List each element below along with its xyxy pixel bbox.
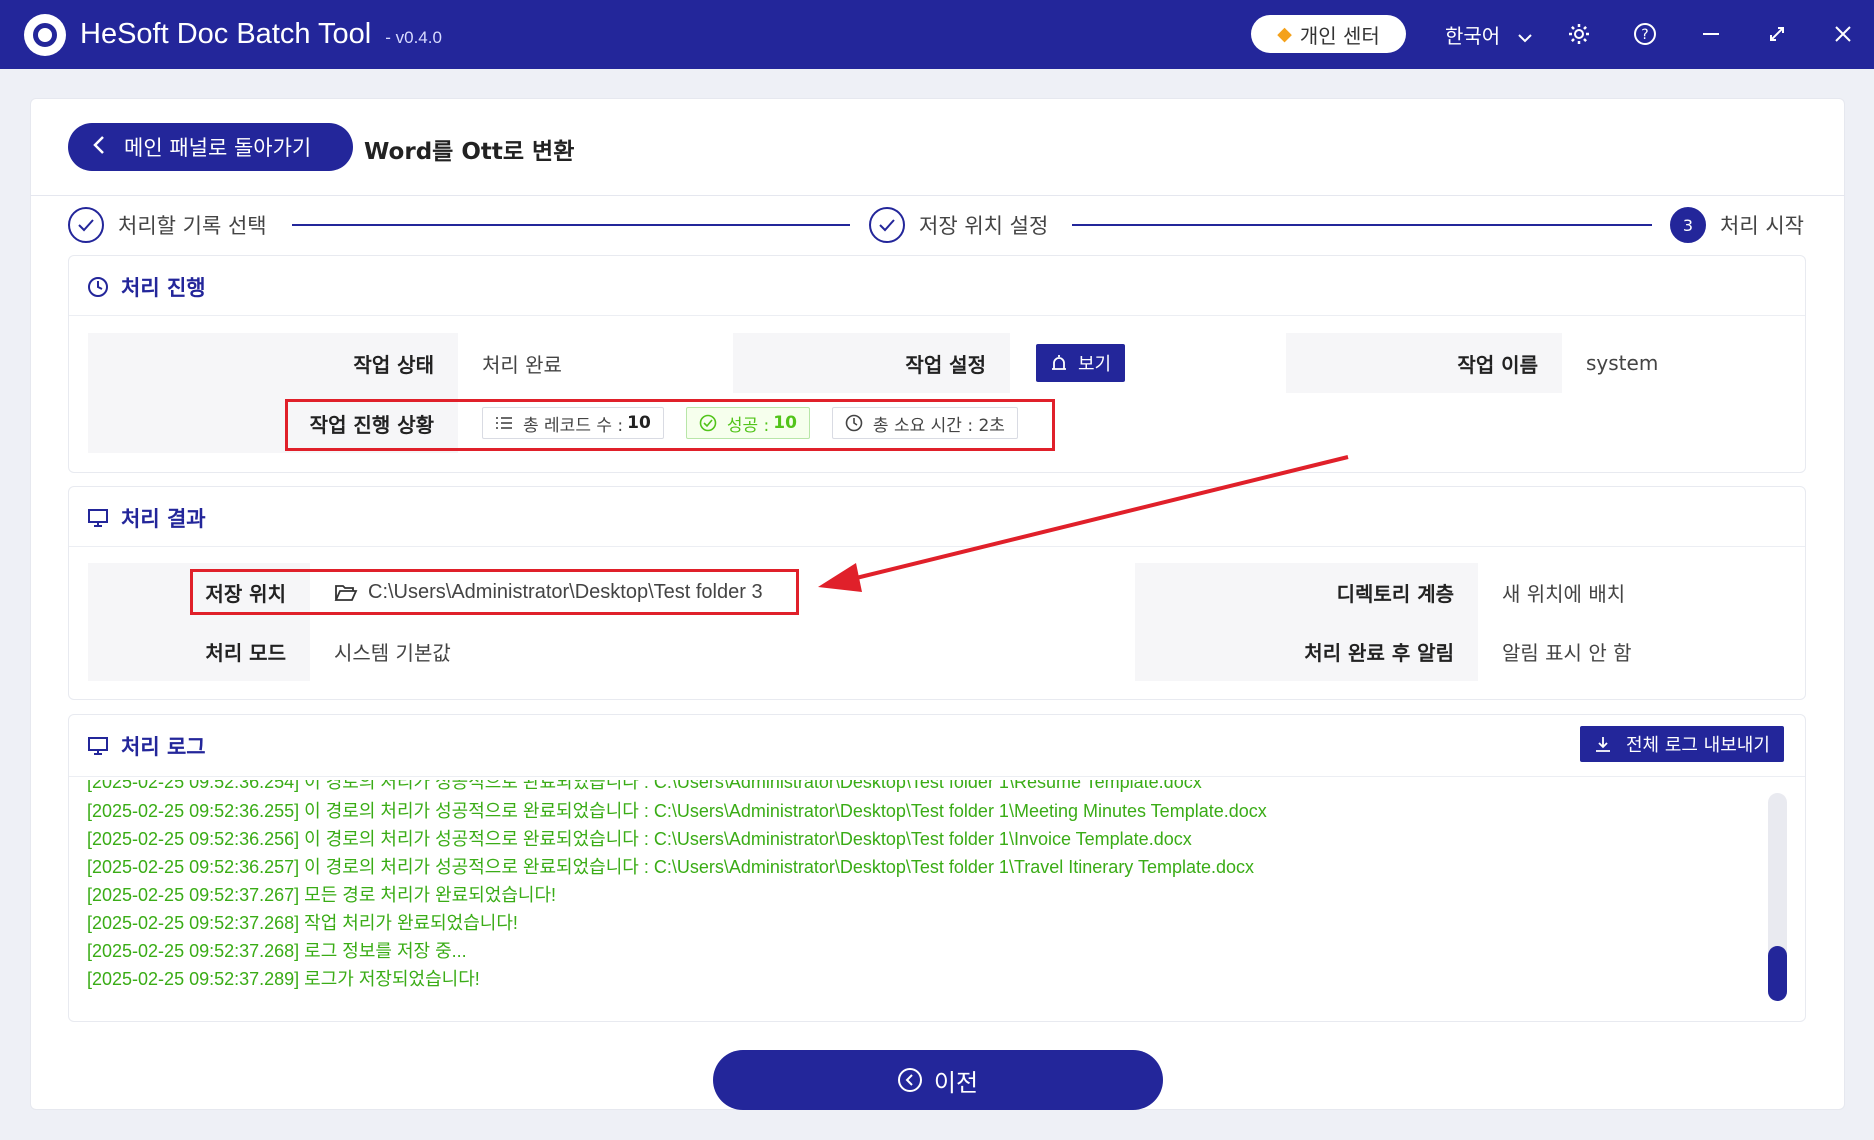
chevron-left-circle-icon <box>897 1068 922 1092</box>
log-line: [2025-02-25 09:52:36.254] 이 경로의 처리가 성공적으… <box>87 780 1202 792</box>
log-output[interactable]: [2025-02-25 09:52:36.254] 이 경로의 처리가 성공적으… <box>87 780 1747 1000</box>
log-line: [2025-02-25 09:52:37.267] 모든 경로 처리가 완료되었… <box>87 885 557 905</box>
export-all-logs-button[interactable]: 전체 로그 내보내기 <box>1580 726 1784 762</box>
download-icon <box>1594 735 1612 753</box>
log-line: [2025-02-25 09:52:36.256] 이 경로의 처리가 성공적으… <box>87 829 1192 849</box>
monitor-icon <box>87 735 109 757</box>
log-line: [2025-02-25 09:52:37.268] 로그 정보를 저장 중... <box>87 941 467 961</box>
log-line: [2025-02-25 09:52:36.255] 이 경로의 처리가 성공적으… <box>87 801 1267 821</box>
log-line: [2025-02-25 09:52:37.268] 작업 처리가 완료되었습니다… <box>87 913 518 933</box>
log-line: [2025-02-25 09:52:37.289] 로그가 저장되었습니다! <box>87 969 480 989</box>
log-scroll-thumb[interactable] <box>1768 946 1787 1001</box>
previous-button[interactable]: 이전 <box>713 1050 1163 1110</box>
log-section-title: 처리 로그 <box>87 731 206 761</box>
log-line: [2025-02-25 09:52:36.257] 이 경로의 처리가 성공적으… <box>87 857 1255 877</box>
